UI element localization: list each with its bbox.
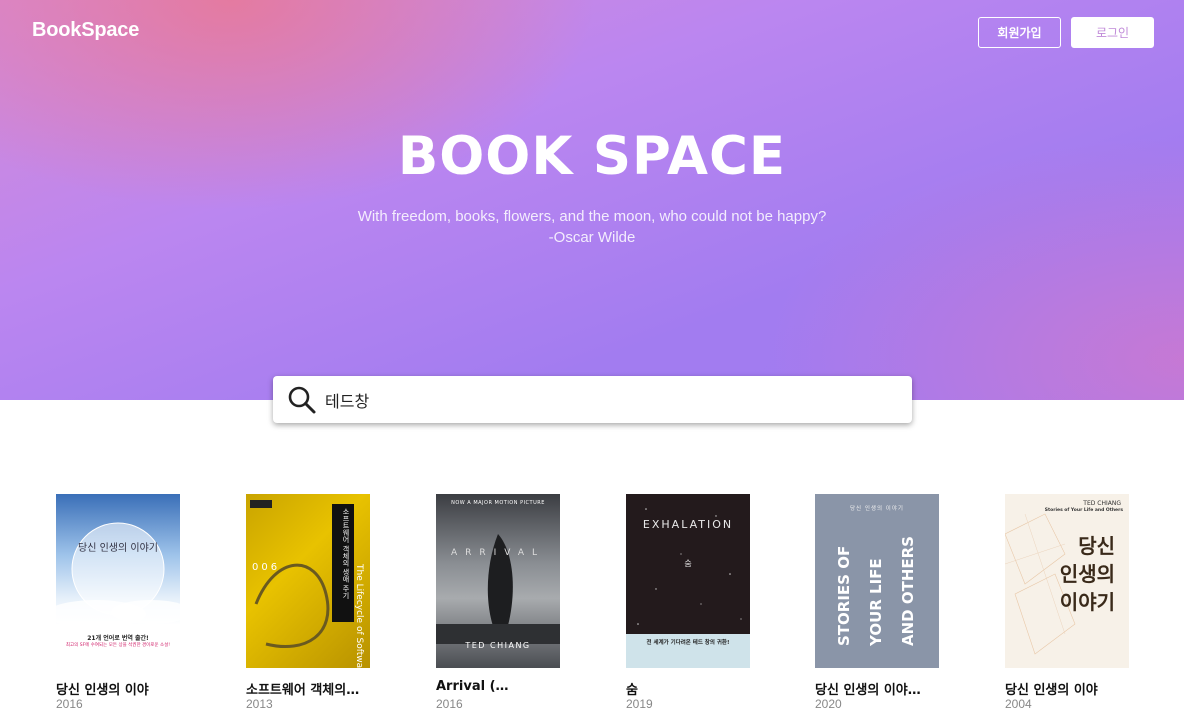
- cover-subtitle: 숨: [684, 559, 692, 568]
- book-cover[interactable]: 당신 인생의 이야기 STORIES OF YOUR LIFE AND OTHE…: [815, 494, 939, 668]
- book-card[interactable]: TED CHIANG Stories of Your Life and Othe…: [1005, 494, 1165, 717]
- book-year: 2020: [815, 697, 842, 711]
- cover-title-line3: 이야기: [1059, 590, 1115, 614]
- signup-button[interactable]: 회원가입: [978, 17, 1061, 48]
- cover-tagline: NOW A MAJOR MOTION PICTURE: [451, 500, 545, 506]
- quote-text: With freedom, books, flowers, and the mo…: [357, 208, 827, 225]
- hero-banner: BookSpace 회원가입 로그인 BOOK SPACE With freed…: [0, 0, 1184, 400]
- cover-author: TED CHIANG: [465, 641, 531, 650]
- login-button[interactable]: 로그인: [1071, 17, 1154, 48]
- cover-line3: AND OTHERS: [899, 536, 917, 646]
- search-input[interactable]: [325, 384, 885, 415]
- book-card[interactable]: NOW A MAJOR MOTION PICTURE ARRIVAL TED C…: [436, 494, 596, 717]
- brand-logo[interactable]: BookSpace: [32, 19, 139, 42]
- search-icon[interactable]: [287, 385, 317, 415]
- book-list: 당신 인생의 이야기 21개 언어로 번역 출간! 최고의 SF에 수여되는 모…: [0, 494, 1184, 717]
- cover-title: 소프트웨어 객체의 생애 주기: [342, 508, 350, 599]
- book-year: 2016: [436, 697, 463, 711]
- hero-title: BOOK SPACE: [397, 126, 787, 187]
- cover-number: 006: [252, 562, 281, 573]
- cover-blurb: 최고의 SF에 수여되는 모든 상을 석권한 경이로운 소설!: [65, 643, 171, 648]
- book-year: 2019: [626, 697, 653, 711]
- cover-art: [250, 500, 354, 649]
- book-title[interactable]: Arrival (…: [436, 679, 586, 694]
- book-card[interactable]: 006 소프트웨어 객체의 생애 주기 The Lifecycle of Sof…: [246, 494, 406, 717]
- cover-title-line1: 당신: [1078, 534, 1115, 558]
- cover-title: 당신 인생의 이야기: [78, 543, 158, 554]
- cover-line2: YOUR LIFE: [867, 558, 885, 646]
- cover-tagline: 21개 언어로 번역 출간!: [87, 635, 149, 642]
- hero-quote: With freedom, books, flowers, and the mo…: [0, 206, 1184, 248]
- book-title[interactable]: 소프트웨어 객체의…: [246, 679, 396, 698]
- cover-line1: STORIES OF: [835, 545, 853, 646]
- cover-title: EXHALATION: [642, 518, 734, 531]
- search-bar[interactable]: [273, 376, 912, 423]
- book-cover[interactable]: 006 소프트웨어 객체의 생애 주기 The Lifecycle of Sof…: [246, 494, 370, 668]
- book-cover[interactable]: TED CHIANG Stories of Your Life and Othe…: [1005, 494, 1129, 668]
- book-card[interactable]: EXHALATION 숨 전 세계가 기다려온 테드 창의 귀환! 숨 2019: [626, 494, 786, 717]
- cover-tagline: 전 세계가 기다려온 테드 창의 귀환!: [646, 640, 730, 646]
- book-title[interactable]: 숨: [626, 679, 776, 698]
- cover-author: TED CHIANG: [1083, 500, 1121, 507]
- quote-author: -Oscar Wilde: [548, 229, 636, 246]
- book-cover[interactable]: 당신 인생의 이야기 21개 언어로 번역 출간! 최고의 SF에 수여되는 모…: [56, 494, 180, 668]
- book-card[interactable]: 당신 인생의 이야기 21개 언어로 번역 출간! 최고의 SF에 수여되는 모…: [56, 494, 216, 717]
- book-card[interactable]: 당신 인생의 이야기 STORIES OF YOUR LIFE AND OTHE…: [815, 494, 975, 717]
- book-year: 2013: [246, 697, 273, 711]
- cover-top-title: 당신 인생의 이야기: [850, 506, 904, 512]
- cover-subtitle: Stories of Your Life and Others: [1044, 508, 1123, 513]
- book-title[interactable]: 당신 인생의 이야…: [815, 679, 965, 698]
- book-cover[interactable]: NOW A MAJOR MOTION PICTURE ARRIVAL TED C…: [436, 494, 560, 668]
- cover-title-line2: 인생의: [1059, 562, 1115, 586]
- book-title[interactable]: 당신 인생의 이야: [1005, 679, 1155, 698]
- cover-spine-text: The Lifecycle of Software Objects: [354, 564, 364, 668]
- book-cover[interactable]: EXHALATION 숨 전 세계가 기다려온 테드 창의 귀환!: [626, 494, 750, 668]
- cover-title: ARRIVAL: [450, 548, 546, 558]
- book-year: 2004: [1005, 697, 1032, 711]
- book-year: 2016: [56, 697, 83, 711]
- book-title[interactable]: 당신 인생의 이야: [56, 679, 206, 698]
